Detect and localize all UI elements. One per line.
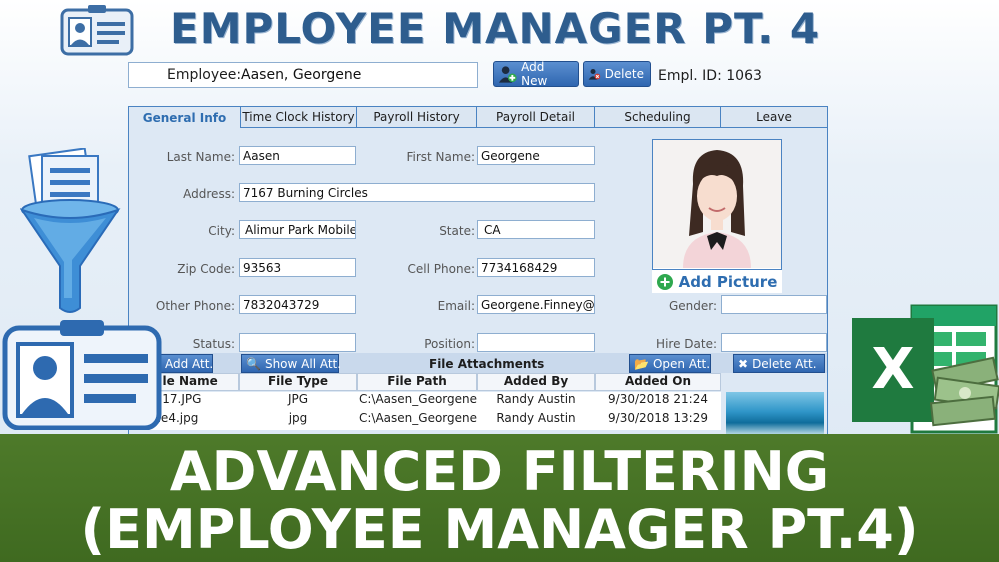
other-phone-label: Other Phone:: [155, 299, 235, 313]
delete-icon: ✖: [738, 356, 749, 371]
table-cell-added-by[interactable]: Randy Austin: [477, 411, 595, 430]
id-badge-icon: [2, 320, 162, 430]
empl-id-value: 1063: [726, 68, 762, 84]
tab-leave[interactable]: Leave: [721, 107, 827, 128]
cell-phone-field[interactable]: 7734168429: [477, 258, 595, 277]
page-title: EMPLOYEE MANAGER PT. 4: [170, 4, 821, 53]
gender-label: Gender:: [668, 299, 717, 313]
other-phone-field[interactable]: 7832043729: [239, 295, 356, 314]
delete-button[interactable]: Delete: [583, 61, 651, 87]
email-field[interactable]: Georgene.Finney@T: [477, 295, 595, 314]
state-label: State:: [439, 224, 475, 238]
zip-code-field[interactable]: 93563: [239, 258, 356, 277]
delete-label: Delete: [604, 67, 644, 81]
table-cell-file-type[interactable]: JPG: [239, 392, 357, 411]
attachments-title: File Attachments: [429, 357, 545, 371]
table-cell-file-type[interactable]: jpg: [239, 411, 357, 430]
delete-attachment-label: Delete Att.: [752, 356, 817, 371]
excel-icon: X: [852, 304, 999, 434]
employee-id: Empl. ID: 1063: [658, 68, 762, 84]
delete-attachment-button[interactable]: ✖ Delete Att.: [733, 354, 825, 373]
table-cell-added-by[interactable]: Randy Austin: [477, 392, 595, 411]
column-header-added-on[interactable]: Added On: [595, 373, 721, 391]
employee-label: Employee:: [167, 67, 242, 83]
show-all-attachments-label: Show All Att.: [264, 356, 342, 371]
search-icon: 🔍: [246, 356, 261, 371]
tab-general-info[interactable]: General Info: [129, 107, 241, 128]
position-label: Position:: [424, 337, 475, 351]
hire-date-label: Hire Date:: [656, 337, 717, 351]
position-field[interactable]: [477, 333, 595, 352]
first-name-field[interactable]: Georgene: [477, 146, 595, 165]
employee-form-panel: General Info Time Clock History Payroll …: [128, 106, 828, 436]
email-label: Email:: [437, 299, 475, 313]
table-cell-file-path[interactable]: C:\Aasen_Georgene\: [357, 392, 477, 411]
hire-date-field[interactable]: [721, 333, 827, 352]
address-field[interactable]: 7167 Burning Circles: [239, 183, 595, 202]
tab-payroll-history[interactable]: Payroll History: [357, 107, 477, 128]
table-cell-file-path[interactable]: C:\Aasen_Georgene\: [357, 411, 477, 430]
column-header-added-by[interactable]: Added By: [477, 373, 595, 391]
last-name-label: Last Name:: [166, 150, 235, 164]
address-label: Address:: [183, 187, 235, 201]
banner-line-1: ADVANCED FILTERING: [169, 440, 830, 503]
first-name-label: First Name:: [406, 150, 475, 164]
city-field[interactable]: Alimur Park Mobile: [239, 220, 356, 239]
id-badge-icon: [60, 5, 134, 56]
add-picture-label: Add Picture: [678, 272, 778, 291]
table-cell-added-on[interactable]: 9/30/2018 21:24: [595, 392, 721, 411]
zip-code-label: Zip Code:: [177, 262, 235, 276]
column-header-file-path[interactable]: File Path: [357, 373, 477, 391]
tab-time-clock-history[interactable]: Time Clock History: [241, 107, 357, 128]
column-header-file-type[interactable]: File Type: [239, 373, 357, 391]
table-cell-added-on[interactable]: 9/30/2018 13:29: [595, 411, 721, 430]
show-all-attachments-button[interactable]: 🔍 Show All Att.: [241, 354, 342, 373]
city-label: City:: [208, 224, 235, 238]
delete-user-icon: [588, 68, 601, 80]
state-field[interactable]: CA: [477, 220, 595, 239]
tab-scheduling[interactable]: Scheduling: [595, 107, 721, 128]
attachment-thumbnail: [726, 392, 824, 436]
funnel-filter-icon: [20, 148, 121, 313]
gender-field[interactable]: [721, 295, 827, 314]
folder-open-icon: 📂: [634, 356, 649, 371]
tab-bar: General Info Time Clock History Payroll …: [129, 107, 827, 128]
add-user-icon: [498, 66, 517, 83]
svg-text:X: X: [871, 337, 914, 402]
plus-circle-icon: [656, 273, 673, 290]
add-new-button[interactable]: Add New: [493, 60, 579, 88]
last-name-field[interactable]: Aasen: [239, 146, 356, 165]
tab-payroll-detail[interactable]: Payroll Detail: [477, 107, 595, 128]
employee-value: Aasen, Georgene: [241, 67, 362, 83]
add-picture-button[interactable]: Add Picture: [652, 269, 782, 293]
employee-selector[interactable]: Employee: Aasen, Georgene: [128, 62, 478, 88]
add-new-label: Add New: [521, 60, 548, 88]
empl-id-label: Empl. ID:: [658, 68, 722, 84]
status-field[interactable]: [239, 333, 356, 352]
cell-phone-label: Cell Phone:: [407, 262, 475, 276]
banner-line-2: (EMPLOYEE MANAGER PT.4): [80, 498, 919, 561]
open-attachment-label: Open Att.: [652, 356, 711, 371]
portrait-image: [653, 140, 781, 268]
add-attachment-label: Add Att.: [164, 356, 214, 371]
open-attachment-button[interactable]: 📂 Open Att.: [629, 354, 711, 373]
money-icon: [929, 356, 999, 427]
title-banner: ADVANCED FILTERING (EMPLOYEE MANAGER PT.…: [0, 434, 999, 562]
